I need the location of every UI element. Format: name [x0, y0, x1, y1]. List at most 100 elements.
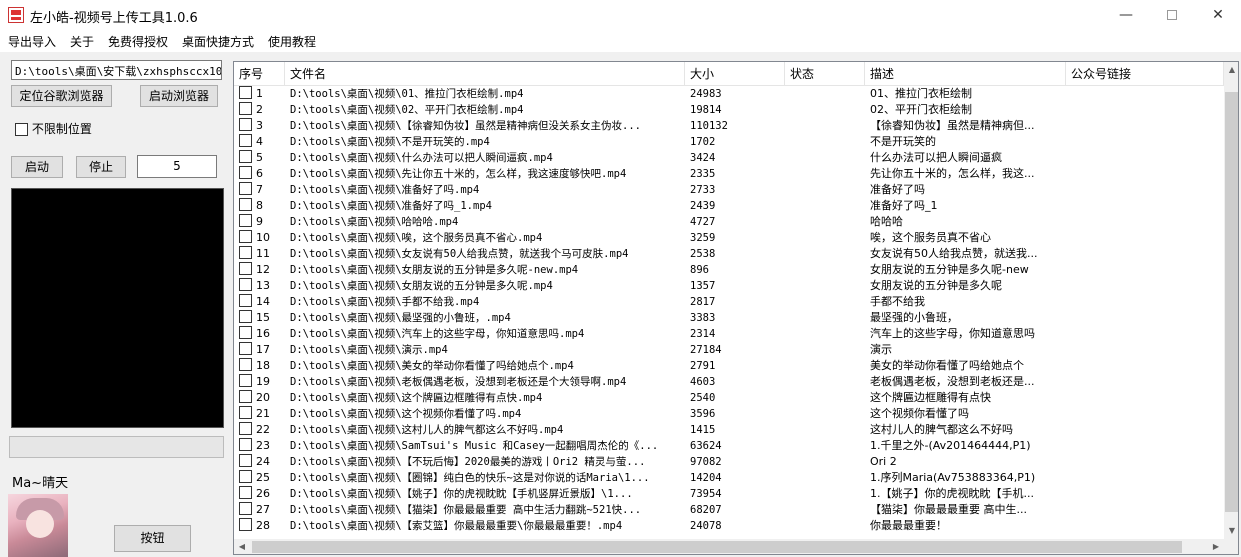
row-checkbox[interactable]	[239, 214, 252, 227]
row-checkbox[interactable]	[239, 278, 252, 291]
table-row[interactable]: 5 D:\tools\桌面\视频\什么办法可以把人瞬间逼疯.mp4 3424 什么办法…	[234, 150, 1224, 166]
row-checkbox[interactable]	[239, 102, 252, 115]
menu-desktop-shortcut[interactable]: 桌面快捷方式	[182, 33, 254, 50]
row-checkbox[interactable]	[239, 150, 252, 163]
table-row[interactable]: 10 D:\tools\桌面\视频\唉，这个服务员真不省心.mp4 3259 唉，这个…	[234, 230, 1224, 246]
table-row[interactable]: 6 D:\tools\桌面\视频\先让你五十米的，怎么样，我这速度够快吧.mp4 2…	[234, 166, 1224, 182]
row-index-cell[interactable]: 11	[239, 246, 289, 262]
menu-about[interactable]: 关于	[70, 33, 94, 50]
table-row[interactable]: 9 D:\tools\桌面\视频\哈哈哈.mp4 4727 哈哈哈	[234, 214, 1224, 230]
table-row[interactable]: 21 D:\tools\桌面\视频\这个视频你看懂了吗.mp4 3596 这个视频你看…	[234, 406, 1224, 422]
row-checkbox[interactable]	[239, 166, 252, 179]
table-row[interactable]: 1 D:\tools\桌面\视频\01、推拉门衣柜绘制.mp4 24983 01、推拉…	[234, 86, 1224, 102]
column-header-wechat-link[interactable]: 公众号链接	[1066, 62, 1224, 86]
table-row[interactable]: 12 D:\tools\桌面\视频\女朋友说的五分钟是多久呢-new.mp4 896…	[234, 262, 1224, 278]
row-checkbox[interactable]	[239, 246, 252, 259]
row-index-cell[interactable]: 24	[239, 454, 289, 470]
table-row[interactable]: 13 D:\tools\桌面\视频\女朋友说的五分钟是多久呢.mp4 1357 女朋友…	[234, 278, 1224, 294]
table-row[interactable]: 25 D:\tools\桌面\视频\【圈锦】纯白色的快乐~这是对你说的话Maria…	[234, 470, 1224, 486]
table-row[interactable]: 3 D:\tools\桌面\视频\【徐睿知伪妆】虽然是精神病但没关系女主伪妆...…	[234, 118, 1224, 134]
row-checkbox[interactable]	[239, 358, 252, 371]
vertical-scrollbar[interactable]: ▲ ▼	[1224, 62, 1238, 539]
row-index-cell[interactable]: 16	[239, 326, 289, 342]
table-row[interactable]: 18 D:\tools\桌面\视频\美女的举动你看懂了吗给她点个.mp4 2791 美…	[234, 358, 1224, 374]
row-index-cell[interactable]: 7	[239, 182, 289, 198]
row-checkbox[interactable]	[239, 134, 252, 147]
table-row[interactable]: 17 D:\tools\桌面\视频\演示.mp4 27184 演示	[234, 342, 1224, 358]
minimize-button[interactable]: —	[1103, 0, 1149, 30]
table-row[interactable]: 27 D:\tools\桌面\视频\【猫柒】你最最最重要 高中生活力翻跳~521快…	[234, 502, 1224, 518]
table-row[interactable]: 20 D:\tools\桌面\视频\这个牌匾边框雕得有点快.mp4 2540 这个牌匾…	[234, 390, 1224, 406]
table-row[interactable]: 11 D:\tools\桌面\视频\女友说有50人给我点赞，就送我个马可皮肤.mp…	[234, 246, 1224, 262]
table-row[interactable]: 2 D:\tools\桌面\视频\02、平开门衣柜绘制.mp4 19814 02、平开…	[234, 102, 1224, 118]
table-row[interactable]: 15 D:\tools\桌面\视频\最坚强的小鲁班，.mp4 3383 最坚强的小鲁班…	[234, 310, 1224, 326]
row-checkbox[interactable]	[239, 454, 252, 467]
arrow-down-icon[interactable]: ▼	[1224, 523, 1238, 539]
row-index-cell[interactable]: 18	[239, 358, 289, 374]
table-row[interactable]: 23 D:\tools\桌面\视频\SamTsui's Music 和Casey一…	[234, 438, 1224, 454]
row-index-cell[interactable]: 4	[239, 134, 289, 150]
arrow-left-icon[interactable]: ◀	[234, 539, 250, 554]
row-index-cell[interactable]: 14	[239, 294, 289, 310]
arrow-right-icon[interactable]: ▶	[1208, 539, 1224, 554]
row-checkbox[interactable]	[239, 470, 252, 483]
maximize-button[interactable]	[1149, 0, 1195, 30]
arrow-up-icon[interactable]: ▲	[1224, 62, 1238, 78]
row-index-cell[interactable]: 25	[239, 470, 289, 486]
row-checkbox[interactable]	[239, 342, 252, 355]
menu-free-license[interactable]: 免费得授权	[108, 33, 168, 50]
row-index-cell[interactable]: 22	[239, 422, 289, 438]
column-header-filename[interactable]: 文件名	[285, 62, 685, 86]
row-index-cell[interactable]: 21	[239, 406, 289, 422]
row-checkbox[interactable]	[239, 310, 252, 323]
vertical-scroll-thumb[interactable]	[1225, 92, 1238, 512]
browser-path-input[interactable]: D:\tools\桌面\安下载\zxhsphsccx105	[11, 60, 222, 80]
column-header-index[interactable]: 序号	[234, 62, 285, 86]
row-checkbox[interactable]	[239, 326, 252, 339]
row-checkbox[interactable]	[239, 518, 252, 531]
row-index-cell[interactable]: 27	[239, 502, 289, 518]
row-checkbox[interactable]	[239, 118, 252, 131]
table-row[interactable]: 7 D:\tools\桌面\视频\准备好了吗.mp4 2733 准备好了吗	[234, 182, 1224, 198]
row-checkbox[interactable]	[239, 86, 252, 99]
table-row[interactable]: 26 D:\tools\桌面\视频\【姚子】你的虎视眈眈【手机竖屏近景版】\1..…	[234, 486, 1224, 502]
row-checkbox[interactable]	[239, 390, 252, 403]
column-header-description[interactable]: 描述	[865, 62, 1066, 86]
row-checkbox[interactable]	[239, 438, 252, 451]
row-index-cell[interactable]: 5	[239, 150, 289, 166]
row-checkbox[interactable]	[239, 262, 252, 275]
row-index-cell[interactable]: 3	[239, 118, 289, 134]
row-index-cell[interactable]: 28	[239, 518, 289, 534]
table-row[interactable]: 19 D:\tools\桌面\视频\老板偶遇老板，没想到老板还是个大领导啊.mp4…	[234, 374, 1224, 390]
menu-tutorial[interactable]: 使用教程	[268, 33, 316, 50]
row-index-cell[interactable]: 6	[239, 166, 289, 182]
table-row[interactable]: 4 D:\tools\桌面\视频\不是开玩笑的.mp4 1702 不是开玩笑的	[234, 134, 1224, 150]
row-index-cell[interactable]: 12	[239, 262, 289, 278]
row-checkbox[interactable]	[239, 406, 252, 419]
row-checkbox[interactable]	[239, 502, 252, 515]
row-index-cell[interactable]: 1	[239, 86, 289, 102]
unlimited-position-checkbox[interactable]	[15, 123, 28, 136]
row-checkbox[interactable]	[239, 374, 252, 387]
row-index-cell[interactable]: 26	[239, 486, 289, 502]
row-index-cell[interactable]: 2	[239, 102, 289, 118]
row-checkbox[interactable]	[239, 230, 252, 243]
table-row[interactable]: 14 D:\tools\桌面\视频\手都不给我.mp4 2817 手都不给我	[234, 294, 1224, 310]
table-row[interactable]: 24 D:\tools\桌面\视频\【不玩后悔】2020最美的游戏丨Ori2 精灵…	[234, 454, 1224, 470]
row-checkbox[interactable]	[239, 198, 252, 211]
count-input[interactable]: 5	[137, 155, 217, 178]
row-checkbox[interactable]	[239, 422, 252, 435]
table-row[interactable]: 8 D:\tools\桌面\视频\准备好了吗_1.mp4 2439 准备好了吗_1	[234, 198, 1224, 214]
table-row[interactable]: 28 D:\tools\桌面\视频\【索艾篮】你最最最重要\你最最最重要！.mp4…	[234, 518, 1224, 534]
generic-button[interactable]: 按钮	[114, 525, 191, 552]
start-button[interactable]: 启动	[11, 156, 63, 178]
row-index-cell[interactable]: 19	[239, 374, 289, 390]
launch-browser-button[interactable]: 启动浏览器	[140, 85, 218, 107]
row-index-cell[interactable]: 13	[239, 278, 289, 294]
row-index-cell[interactable]: 23	[239, 438, 289, 454]
table-row[interactable]: 22 D:\tools\桌面\视频\这村儿人的脾气都这么不好吗.mp4 1415 这村…	[234, 422, 1224, 438]
row-index-cell[interactable]: 9	[239, 214, 289, 230]
menu-import-export[interactable]: 导出导入	[8, 33, 56, 50]
row-checkbox[interactable]	[239, 294, 252, 307]
horizontal-scrollbar[interactable]: ◀ ▶	[234, 539, 1224, 554]
